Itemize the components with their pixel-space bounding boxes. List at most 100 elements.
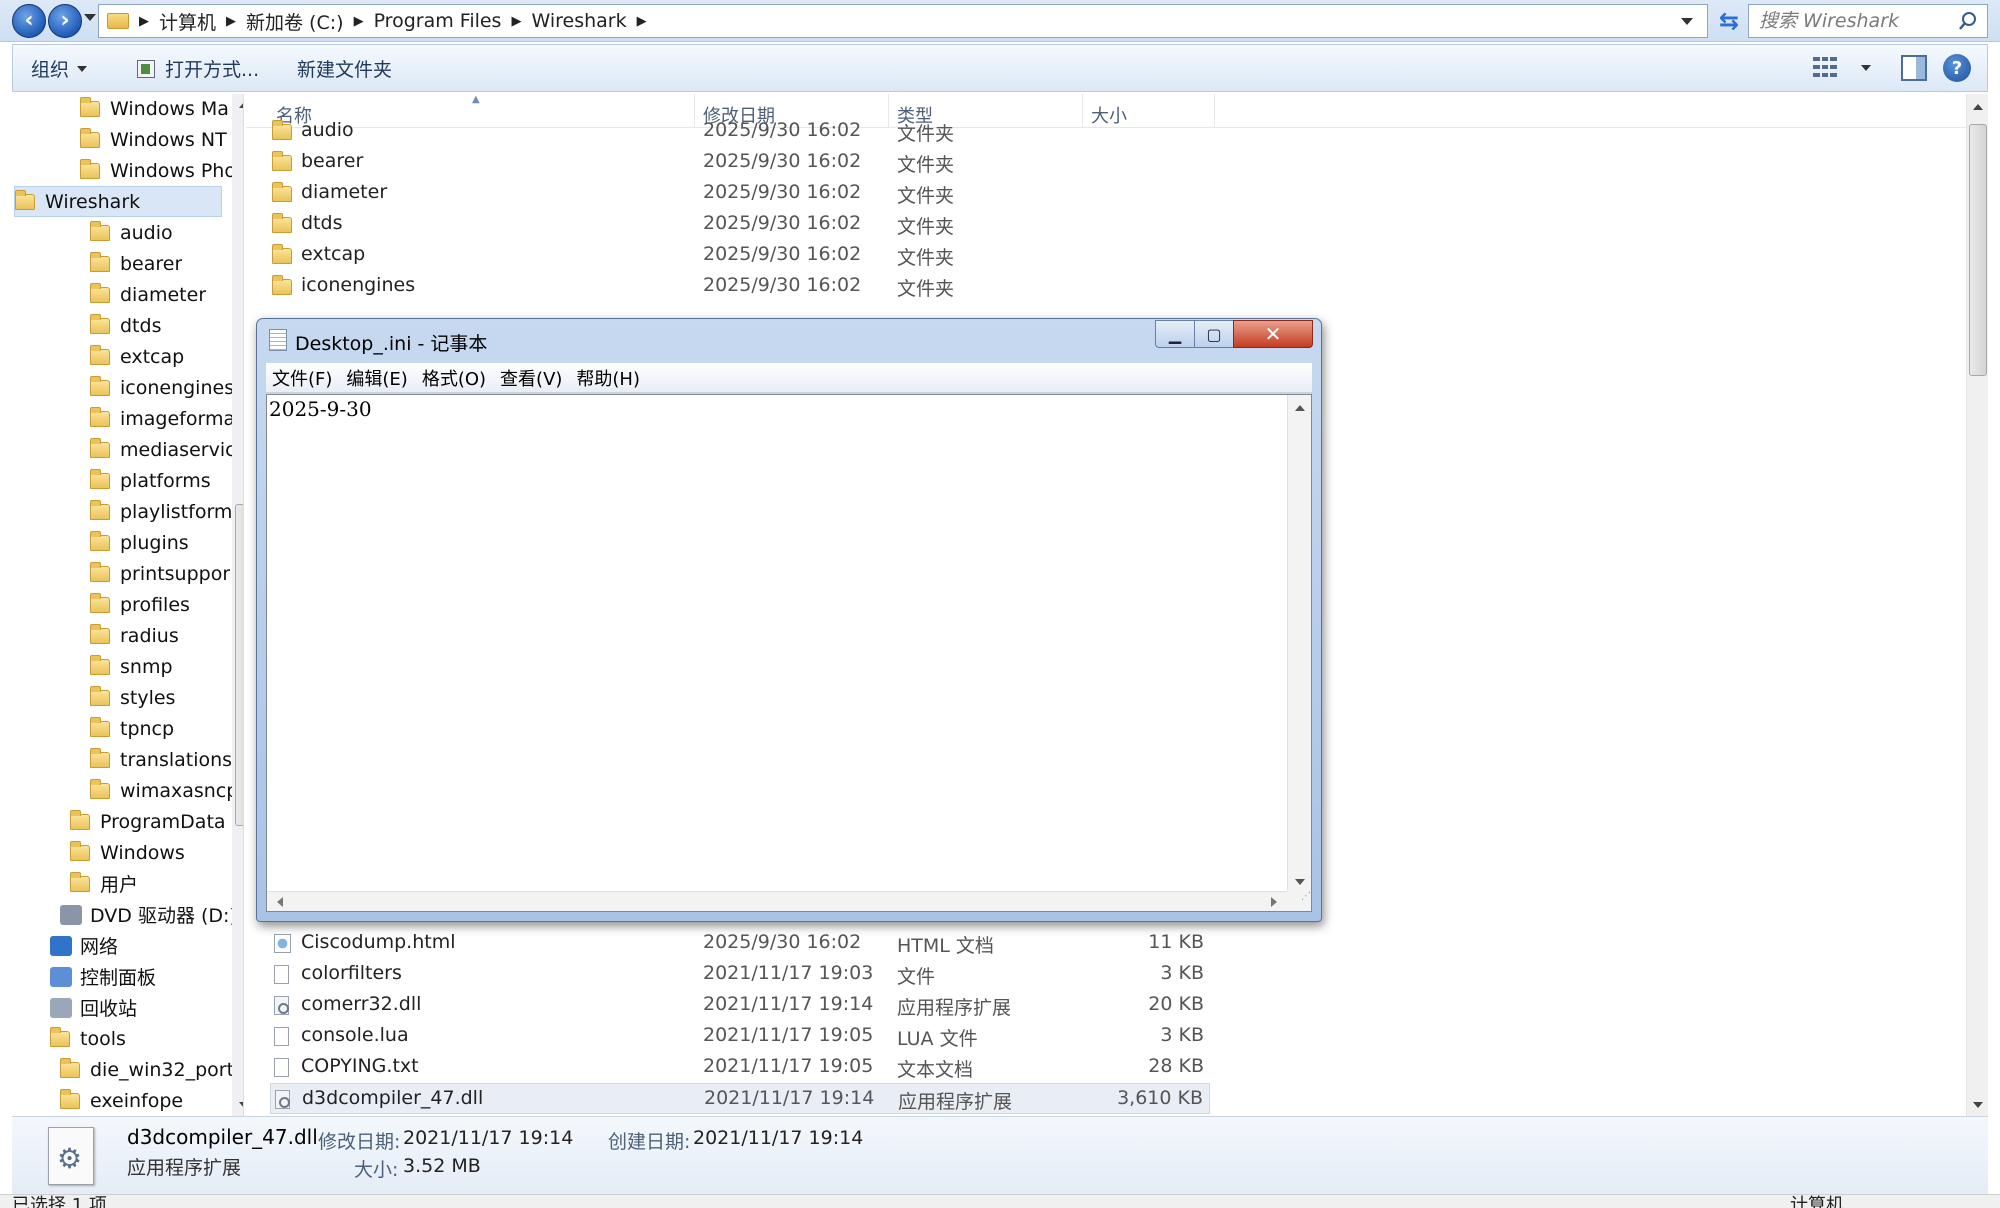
navigation-pane[interactable]: Windows Ma Windows NT Windows Pho Wireshark…: [12, 94, 244, 1116]
nav-item[interactable]: Wireshark: [14, 186, 222, 217]
back-arrow-icon[interactable]: ‹: [12, 4, 46, 38]
nav-item[interactable]: tools: [50, 1023, 243, 1054]
file-row[interactable]: dtds 2025/9/30 16:02 文件夹: [270, 209, 1210, 240]
folder-icon: [60, 1088, 80, 1109]
scroll-down-icon[interactable]: [239, 1102, 243, 1108]
file-row[interactable]: diameter 2025/9/30 16:02 文件夹: [270, 178, 1210, 209]
file-row[interactable]: console.lua 2021/11/17 19:05 LUA 文件 3 KB: [270, 1021, 1210, 1052]
nav-item[interactable]: iconengines: [90, 372, 243, 403]
notepad-horizontal-scrollbar[interactable]: [267, 891, 1287, 911]
resize-grip-icon[interactable]: ⋰: [1287, 891, 1311, 911]
nav-item[interactable]: tpncp: [90, 713, 243, 744]
nav-item[interactable]: Windows: [70, 837, 243, 868]
nav-item[interactable]: Windows NT: [80, 124, 243, 155]
scroll-down-icon[interactable]: [1973, 1102, 1983, 1108]
notepad-window[interactable]: Desktop_.ini - 记事本 ▁ ▢ ✕ 文件(F) 编辑(E) 格式(…: [256, 318, 1322, 922]
scroll-up-icon[interactable]: [239, 102, 243, 108]
nav-item[interactable]: audio: [90, 217, 243, 248]
file-row[interactable]: colorfilters 2021/11/17 19:03 文件 3 KB: [270, 959, 1210, 990]
nav-item[interactable]: printsuppor: [90, 558, 243, 589]
nav-item[interactable]: extcap: [90, 341, 243, 372]
scroll-right-icon[interactable]: [1271, 897, 1277, 907]
search-icon[interactable]: [1957, 10, 1979, 32]
file-row[interactable]: bearer 2025/9/30 16:02 文件夹: [270, 147, 1210, 178]
breadcrumb-chevron-icon[interactable]: ▶: [226, 14, 236, 29]
close-icon[interactable]: ✕: [1233, 320, 1313, 348]
file-row[interactable]: audio 2025/9/30 16:02 文件夹: [270, 116, 1210, 147]
file-row[interactable]: iconengines 2025/9/30 16:02 文件夹: [270, 271, 1210, 302]
nav-item[interactable]: playlistform: [90, 496, 243, 527]
nav-item[interactable]: diameter: [90, 279, 243, 310]
file-list-scrollbar[interactable]: [1966, 94, 1988, 1116]
scroll-up-icon[interactable]: [1973, 104, 1983, 110]
address-dropdown-icon[interactable]: [1681, 18, 1693, 25]
nav-item[interactable]: die_win32_port: [60, 1054, 243, 1085]
scroll-left-icon[interactable]: [277, 897, 283, 907]
nav-item[interactable]: bearer: [90, 248, 243, 279]
nav-scrollbar[interactable]: [232, 94, 243, 1116]
scroll-thumb[interactable]: [1969, 124, 1987, 376]
nav-item-label: 用户: [100, 874, 139, 896]
nav-item[interactable]: Windows Ma: [80, 94, 243, 124]
nav-item[interactable]: mediaservic: [90, 434, 243, 465]
breadcrumb-chevron-icon[interactable]: ▶: [511, 14, 521, 29]
status-location: 计算机: [1790, 1195, 1844, 1208]
breadcrumb-drive[interactable]: 新加卷 (C:): [246, 8, 344, 35]
nav-item[interactable]: dtds: [90, 310, 243, 341]
new-folder-button[interactable]: 新建文件夹: [297, 55, 392, 82]
notepad-content[interactable]: 2025-9-30: [269, 397, 372, 421]
nav-item[interactable]: 回收站: [50, 992, 243, 1023]
scroll-thumb[interactable]: [235, 504, 243, 826]
file-row[interactable]: comerr32.dll 2021/11/17 19:14 应用程序扩展 20 KB: [270, 990, 1210, 1021]
breadcrumb-wireshark[interactable]: Wireshark: [531, 10, 626, 32]
nav-item[interactable]: 网络: [50, 930, 243, 961]
nav-item[interactable]: exeinfope: [60, 1085, 243, 1116]
menu-help[interactable]: 帮助(H): [576, 365, 640, 391]
open-with-button[interactable]: 打开方式...: [137, 55, 259, 82]
chevron-down-icon[interactable]: [1861, 65, 1871, 71]
menu-edit[interactable]: 编辑(E): [346, 365, 407, 391]
file-row[interactable]: COPYING.txt 2021/11/17 19:05 文本文档 28 KB: [270, 1052, 1210, 1083]
nav-item[interactable]: imageforma: [90, 403, 243, 434]
breadcrumb-program-files[interactable]: Program Files: [374, 10, 502, 32]
address-box[interactable]: ▶ 计算机 ▶ 新加卷 (C:) ▶ Program Files ▶ Wires…: [98, 4, 1708, 38]
breadcrumb-chevron-icon[interactable]: ▶: [139, 14, 149, 29]
file-row[interactable]: Ciscodump.html 2025/9/30 16:02 HTML 文档 11 K…: [270, 928, 1210, 959]
breadcrumb-chevron-icon[interactable]: ▶: [354, 14, 364, 29]
scroll-up-icon[interactable]: [1295, 405, 1305, 411]
breadcrumb-chevron-icon[interactable]: ▶: [637, 14, 647, 29]
nav-item[interactable]: translations: [90, 744, 243, 775]
nav-item[interactable]: 用户: [70, 868, 243, 899]
nav-item[interactable]: wimaxasncp: [90, 775, 243, 806]
notepad-text-area[interactable]: 2025-9-30 ⋰: [266, 394, 1312, 912]
organize-button[interactable]: 组织: [31, 55, 88, 82]
nav-item[interactable]: Windows Pho: [80, 155, 243, 186]
maximize-icon[interactable]: ▢: [1194, 320, 1234, 348]
menu-view[interactable]: 查看(V): [500, 365, 562, 391]
breadcrumb-computer[interactable]: 计算机: [159, 8, 216, 35]
nav-item[interactable]: styles: [90, 682, 243, 713]
forward-arrow-icon[interactable]: ›: [48, 4, 82, 38]
menu-format[interactable]: 格式(O): [422, 365, 486, 391]
search-box[interactable]: [1748, 4, 1988, 38]
history-dropdown-icon[interactable]: [84, 14, 96, 21]
nav-item[interactable]: plugins: [90, 527, 243, 558]
menu-file[interactable]: 文件(F): [272, 365, 332, 391]
nav-item[interactable]: profiles: [90, 589, 243, 620]
scroll-down-icon[interactable]: [1295, 879, 1305, 885]
nav-item[interactable]: DVD 驱动器 (D:): [60, 899, 243, 930]
nav-item[interactable]: snmp: [90, 651, 243, 682]
nav-item[interactable]: platforms: [90, 465, 243, 496]
nav-item[interactable]: 控制面板: [50, 961, 243, 992]
search-input[interactable]: [1749, 5, 1949, 37]
nav-item[interactable]: ProgramData: [70, 806, 243, 837]
file-row[interactable]: d3dcompiler_47.dll 2021/11/17 19:14 应用程序扩展…: [270, 1083, 1210, 1114]
help-icon[interactable]: ?: [1943, 54, 1971, 82]
minimize-icon[interactable]: ▁: [1155, 320, 1195, 348]
preview-pane-icon[interactable]: [1901, 55, 1927, 81]
notepad-vertical-scrollbar[interactable]: [1287, 395, 1311, 893]
file-row[interactable]: extcap 2025/9/30 16:02 文件夹: [270, 240, 1210, 271]
nav-item[interactable]: radius: [90, 620, 243, 651]
refresh-icon[interactable]: ⇆: [1714, 6, 1744, 36]
view-options-icon[interactable]: [1813, 57, 1837, 79]
